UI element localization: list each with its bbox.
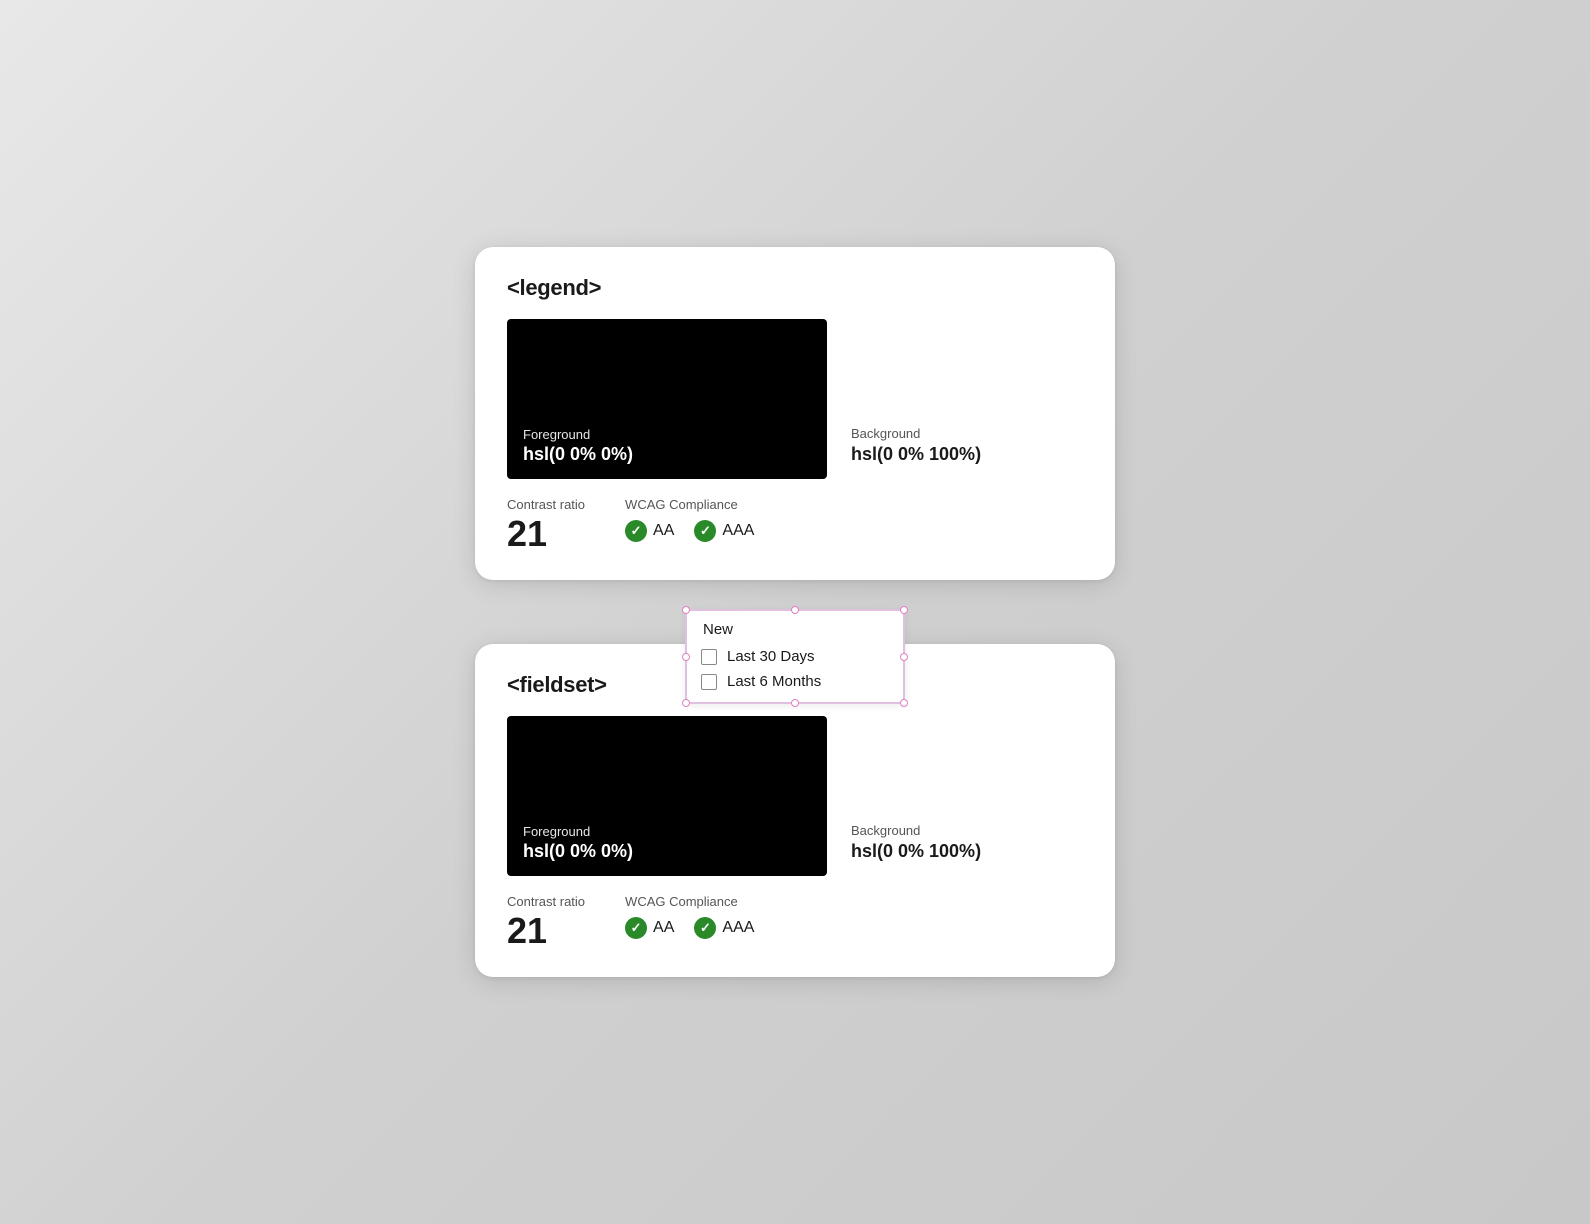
- legend-wcag-block: WCAG Compliance AA AAA: [625, 497, 754, 542]
- legend-fg-value: hsl(0 0% 0%): [523, 444, 633, 465]
- handle-ml[interactable]: [682, 653, 690, 661]
- fieldset-contrast-value: 21: [507, 913, 585, 949]
- fieldset-badge-aaa: AAA: [694, 917, 754, 939]
- fieldset-bg-value: hsl(0 0% 100%): [851, 841, 981, 862]
- legend-foreground-info: Foreground hsl(0 0% 0%): [523, 427, 633, 465]
- legend-badge-aa-label: AA: [653, 522, 674, 540]
- fieldset-wcag-badges: AA AAA: [625, 917, 754, 939]
- legend-card-title: <legend>: [507, 275, 1083, 301]
- legend-check-aaa-icon: [694, 520, 716, 542]
- legend-preview-box: Foreground hsl(0 0% 0%): [507, 319, 827, 479]
- fieldset-preview-row: Foreground hsl(0 0% 0%) Background hsl(0…: [507, 716, 1083, 876]
- handle-tl[interactable]: [682, 606, 690, 614]
- fieldset-badge-aa-label: AA: [653, 919, 674, 937]
- handle-mr[interactable]: [900, 653, 908, 661]
- overlay-title: New: [701, 621, 887, 638]
- fieldset-badge-aaa-label: AAA: [722, 919, 754, 937]
- overlay-label-last6months: Last 6 Months: [727, 673, 821, 690]
- legend-preview-row: Foreground hsl(0 0% 0%) Background hsl(0…: [507, 319, 1083, 479]
- legend-badge-aaa: AAA: [694, 520, 754, 542]
- legend-contrast-block: Contrast ratio 21: [507, 497, 585, 552]
- overlay-label-last30: Last 30 Days: [727, 648, 815, 665]
- fieldset-fg-value: hsl(0 0% 0%): [523, 841, 633, 862]
- overlay-checkbox-last30[interactable]: [701, 649, 717, 665]
- fieldset-fg-label: Foreground: [523, 824, 633, 839]
- legend-bg-value: hsl(0 0% 100%): [851, 444, 981, 465]
- legend-bg-label: Background: [851, 426, 981, 441]
- fieldset-wcag-block: WCAG Compliance AA AAA: [625, 894, 754, 939]
- fieldset-preview-box: Foreground hsl(0 0% 0%): [507, 716, 827, 876]
- legend-check-aa-icon: [625, 520, 647, 542]
- fieldset-badge-aa: AA: [625, 917, 674, 939]
- fieldset-check-aaa-icon: [694, 917, 716, 939]
- legend-contrast-label: Contrast ratio: [507, 497, 585, 512]
- fieldset-contrast-label: Contrast ratio: [507, 894, 585, 909]
- fieldset-bg-info: Background hsl(0 0% 100%): [827, 716, 981, 876]
- legend-fg-label: Foreground: [523, 427, 633, 442]
- floating-overlay[interactable]: New Last 30 Days Last 6 Months: [685, 609, 905, 704]
- legend-wcag-label: WCAG Compliance: [625, 497, 754, 512]
- fieldset-foreground-info: Foreground hsl(0 0% 0%): [523, 824, 633, 862]
- fieldset-metrics-row: Contrast ratio 21 WCAG Compliance AA AAA: [507, 894, 1083, 949]
- handle-bc[interactable]: [791, 699, 799, 707]
- selection-box[interactable]: New Last 30 Days Last 6 Months: [685, 609, 905, 704]
- cards-container: <legend> Foreground hsl(0 0% 0%) Backgro…: [475, 247, 1115, 977]
- fieldset-contrast-block: Contrast ratio 21: [507, 894, 585, 949]
- handle-br[interactable]: [900, 699, 908, 707]
- handle-bl[interactable]: [682, 699, 690, 707]
- fieldset-check-aa-icon: [625, 917, 647, 939]
- fieldset-bg-label: Background: [851, 823, 981, 838]
- legend-badge-aaa-label: AAA: [722, 522, 754, 540]
- overlay-checkbox-last6months[interactable]: [701, 674, 717, 690]
- legend-contrast-value: 21: [507, 516, 585, 552]
- legend-metrics-row: Contrast ratio 21 WCAG Compliance AA AAA: [507, 497, 1083, 552]
- legend-card: <legend> Foreground hsl(0 0% 0%) Backgro…: [475, 247, 1115, 580]
- overlay-option-last30[interactable]: Last 30 Days: [701, 648, 887, 665]
- handle-tc[interactable]: [791, 606, 799, 614]
- handle-tr[interactable]: [900, 606, 908, 614]
- legend-wcag-badges: AA AAA: [625, 520, 754, 542]
- legend-bg-info: Background hsl(0 0% 100%): [827, 319, 981, 479]
- legend-badge-aa: AA: [625, 520, 674, 542]
- overlay-option-last6months[interactable]: Last 6 Months: [701, 673, 887, 690]
- fieldset-wcag-label: WCAG Compliance: [625, 894, 754, 909]
